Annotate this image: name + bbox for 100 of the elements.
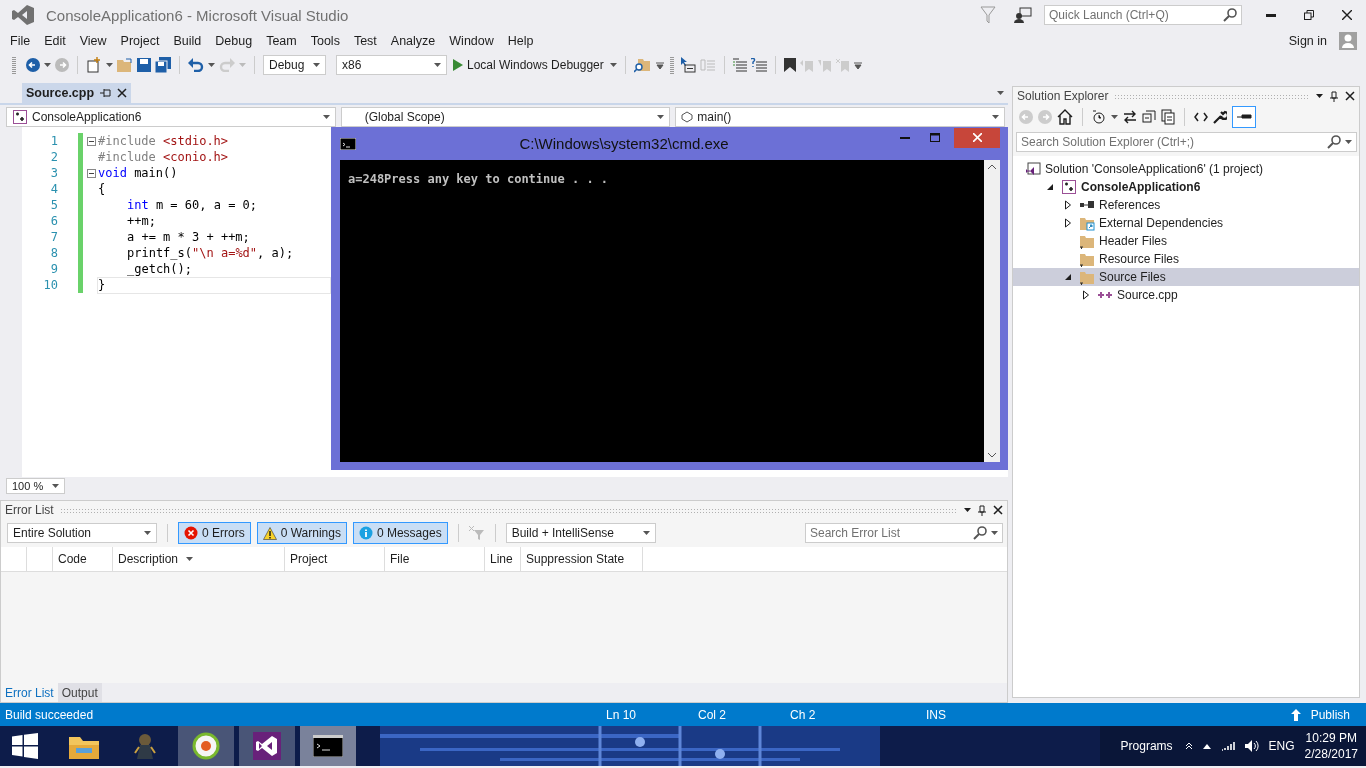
preview-toggle-icon[interactable] [1232, 106, 1256, 128]
search-field[interactable]: Search Solution Explorer (Ctrl+;) [1021, 133, 1323, 151]
caret-icon[interactable] [991, 531, 998, 535]
menu-item[interactable]: Team [259, 32, 304, 50]
collapsed-arrow-icon[interactable] [1082, 290, 1090, 300]
clock-icon[interactable] [1092, 110, 1106, 124]
publish-button[interactable]: Publish [1288, 705, 1352, 724]
caret-icon[interactable] [657, 114, 665, 119]
column-header[interactable]: Suppression State [526, 552, 625, 566]
column-header[interactable]: Description [118, 552, 179, 566]
close-button[interactable] [954, 127, 1000, 148]
save-icon[interactable] [137, 58, 151, 72]
sync-icon[interactable] [1123, 110, 1137, 124]
find-in-files-icon[interactable] [633, 57, 652, 73]
menu-item[interactable]: Tools [303, 32, 347, 50]
signal-icon[interactable] [1220, 741, 1235, 751]
comment-lines-icon[interactable] [732, 58, 747, 72]
caret-icon[interactable] [642, 531, 650, 535]
panel-tab[interactable]: Error List [1, 683, 58, 702]
tree-item[interactable]: Resource Files [1013, 250, 1359, 268]
language-indicator[interactable]: ENG [1268, 739, 1295, 753]
tree-item[interactable]: Source.cpp [1013, 286, 1359, 304]
pin-icon[interactable] [977, 504, 987, 516]
close-icon[interactable] [117, 88, 128, 98]
caret-icon[interactable] [434, 63, 441, 67]
caret-icon[interactable] [1345, 140, 1352, 144]
save-all-icon[interactable] [155, 57, 171, 73]
menu-item[interactable]: Project [113, 32, 167, 50]
caret-icon[interactable] [186, 557, 194, 561]
scope-dropdown[interactable]: Entire Solution [7, 523, 157, 543]
expanded-arrow-icon[interactable] [1046, 183, 1054, 191]
close-icon[interactable] [1345, 91, 1355, 101]
overflow-icon[interactable] [655, 61, 664, 69]
menu-item[interactable]: Build [166, 32, 209, 50]
caret-icon[interactable] [964, 508, 971, 512]
caret-icon[interactable] [52, 483, 59, 488]
feedback-icon[interactable] [1014, 7, 1032, 23]
platform-dropdown[interactable]: x86 [336, 55, 447, 75]
build-source-dropdown[interactable]: Build + IntelliSense [505, 523, 656, 543]
wrench-icon[interactable] [1213, 110, 1227, 124]
tree-item[interactable]: External Dependencies [1013, 214, 1359, 232]
caret-icon[interactable] [1316, 94, 1323, 98]
column-header[interactable]: File [390, 552, 410, 566]
menu-item[interactable]: Window [442, 32, 501, 50]
filter-toggle[interactable]: 0 Errors [178, 522, 251, 544]
caret-icon[interactable] [322, 114, 330, 119]
search-box[interactable]: Search Solution Explorer (Ctrl+;) [1016, 132, 1357, 152]
close-icon[interactable] [993, 505, 1003, 515]
visual-studio-icon[interactable] [253, 732, 281, 760]
caret-icon[interactable] [44, 63, 51, 67]
caret-icon[interactable] [992, 114, 999, 119]
quick-launch-field[interactable]: Quick Launch (Ctrl+Q) [1049, 6, 1223, 24]
caret-icon[interactable] [208, 63, 215, 67]
column-header[interactable]: Line [490, 552, 513, 566]
taskbar-app[interactable] [178, 726, 234, 766]
back-icon[interactable] [26, 58, 40, 72]
code-icon[interactable] [1194, 112, 1208, 122]
toolbar-label[interactable]: Programs [1120, 739, 1173, 753]
menu-item[interactable]: File [3, 32, 38, 50]
tree-item[interactable]: Source Files [1013, 268, 1359, 286]
column-header[interactable]: Code [58, 552, 87, 566]
search-box[interactable]: Search Error List [805, 523, 1003, 543]
navigation-dropdown[interactable]: main() [675, 106, 1005, 127]
caret-icon[interactable] [313, 63, 320, 67]
home-icon[interactable] [1057, 109, 1073, 125]
expanded-arrow-icon[interactable] [1064, 273, 1072, 281]
pin-icon[interactable] [1329, 90, 1339, 102]
menu-item[interactable]: View [72, 32, 114, 50]
navigation-dropdown[interactable]: ConsoleApplication6 [6, 106, 336, 127]
bookmark-icon[interactable] [783, 58, 796, 72]
menu-item[interactable]: Test [346, 32, 384, 50]
panel-tab[interactable]: Output [57, 683, 102, 702]
new-project-icon[interactable] [86, 57, 102, 73]
caret-icon[interactable] [609, 63, 617, 67]
scrollbar[interactable] [984, 160, 1000, 462]
show-all-files-icon[interactable] [1161, 109, 1175, 125]
menu-item[interactable]: Analyze [383, 32, 443, 50]
configuration-dropdown[interactable]: Debug [263, 55, 326, 75]
menu-item[interactable]: Edit [37, 32, 73, 50]
zoom-dropdown[interactable]: 100 % [6, 477, 65, 494]
command-prompt-icon[interactable] [313, 735, 343, 757]
pin-icon[interactable] [100, 88, 112, 98]
caret-icon[interactable] [997, 91, 1004, 95]
taskbar-app[interactable] [300, 726, 356, 766]
volume-icon[interactable] [1244, 740, 1259, 752]
navigation-dropdown[interactable]: (Global Scope) [340, 106, 671, 127]
collapse-all-icon[interactable] [1142, 110, 1156, 124]
overflow-icon[interactable] [853, 61, 862, 69]
collapse-icon[interactable] [87, 168, 96, 178]
tree-item[interactable]: Header Files [1013, 232, 1359, 250]
avatar-icon[interactable] [1339, 32, 1357, 50]
caret-icon[interactable] [144, 531, 151, 535]
tree-item[interactable]: References [1013, 196, 1359, 214]
editor-tab[interactable]: Source.cpp [22, 83, 132, 103]
filter-toggle[interactable]: 0 Messages [352, 522, 448, 544]
tree-item[interactable]: Solution 'ConsoleApplication6' (1 project) [1013, 160, 1359, 178]
taskbar-app[interactable] [239, 726, 295, 766]
sign-in-link[interactable]: Sign in [1288, 34, 1327, 48]
menu-item[interactable]: Help [500, 32, 541, 50]
collapse-icon[interactable] [87, 136, 96, 146]
